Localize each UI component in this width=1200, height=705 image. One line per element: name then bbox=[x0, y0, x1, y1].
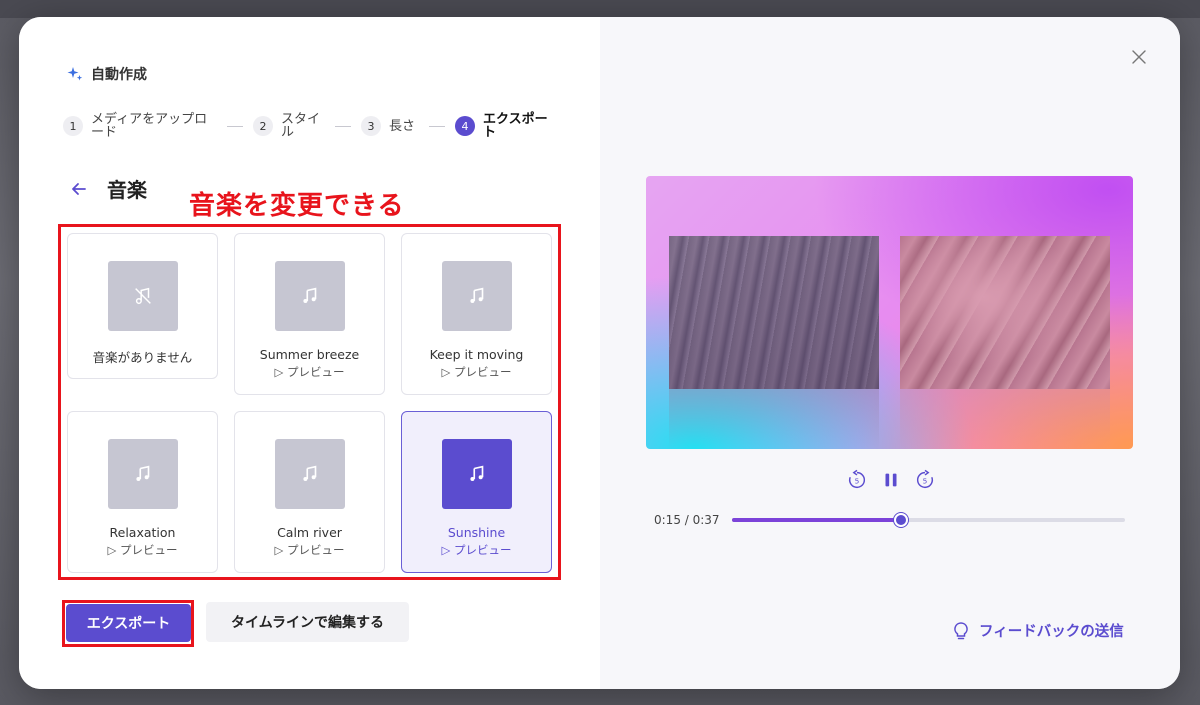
photo-reflection bbox=[669, 389, 879, 449]
step-label: 長さ bbox=[389, 118, 416, 134]
step-length[interactable]: 3 長さ bbox=[361, 116, 419, 136]
step-style[interactable]: 2 スタイル bbox=[253, 113, 325, 139]
annotation-label: 音楽を変更できる bbox=[189, 191, 405, 221]
step-label: メディアをアップロード bbox=[91, 112, 208, 140]
step-number: 2 bbox=[253, 116, 273, 136]
seek-bar[interactable] bbox=[732, 513, 1125, 527]
close-icon[interactable] bbox=[1131, 49, 1147, 65]
photo-reflection bbox=[900, 389, 1110, 449]
lightbulb-icon bbox=[954, 621, 968, 639]
seek-bar-progress bbox=[732, 518, 901, 522]
section-title: 音楽 bbox=[107, 178, 147, 202]
annotation-box-export bbox=[62, 600, 194, 647]
preview-photo-2 bbox=[900, 236, 1110, 389]
preview-photo-1 bbox=[669, 236, 879, 389]
svg-text:5: 5 bbox=[855, 477, 860, 486]
annotation-box-music-grid bbox=[58, 224, 561, 580]
step-label: スタイル bbox=[281, 112, 321, 140]
pause-icon[interactable] bbox=[880, 469, 902, 491]
step-label: エクスポート bbox=[483, 112, 548, 140]
playback-time: 0:15 / 0:37 bbox=[654, 513, 720, 527]
rewind-5-icon[interactable]: 5 bbox=[846, 469, 868, 491]
forward-5-icon[interactable]: 5 bbox=[914, 469, 936, 491]
svg-text:5: 5 bbox=[923, 477, 928, 486]
step-export[interactable]: 4 エクスポート bbox=[455, 113, 553, 139]
stepper: 1 メディアをアップロード 2 スタイル 3 長さ 4 エクスポート bbox=[63, 113, 553, 139]
seek-bar-handle[interactable] bbox=[893, 513, 908, 527]
feedback-link[interactable]: フィードバックの送信 bbox=[951, 620, 1124, 641]
step-number: 1 bbox=[63, 116, 83, 136]
step-divider bbox=[335, 125, 351, 127]
playback-controls: 5 5 bbox=[846, 469, 936, 491]
step-number: 4 bbox=[455, 116, 475, 136]
dialog-title: 自動作成 bbox=[91, 67, 147, 83]
back-arrow-icon[interactable] bbox=[69, 179, 89, 199]
step-upload[interactable]: 1 メディアをアップロード bbox=[63, 113, 217, 139]
step-divider bbox=[429, 125, 445, 127]
feedback-label: フィードバックの送信 bbox=[979, 624, 1124, 640]
dialog-header: 自動作成 bbox=[67, 64, 147, 84]
step-number: 3 bbox=[361, 116, 381, 136]
background-strip bbox=[0, 0, 1200, 18]
section-header: 音楽 bbox=[69, 174, 147, 203]
step-divider bbox=[227, 125, 243, 127]
sparkle-icon bbox=[67, 67, 83, 81]
edit-in-timeline-button[interactable]: タイムラインで編集する bbox=[206, 602, 409, 642]
video-preview bbox=[646, 176, 1133, 449]
